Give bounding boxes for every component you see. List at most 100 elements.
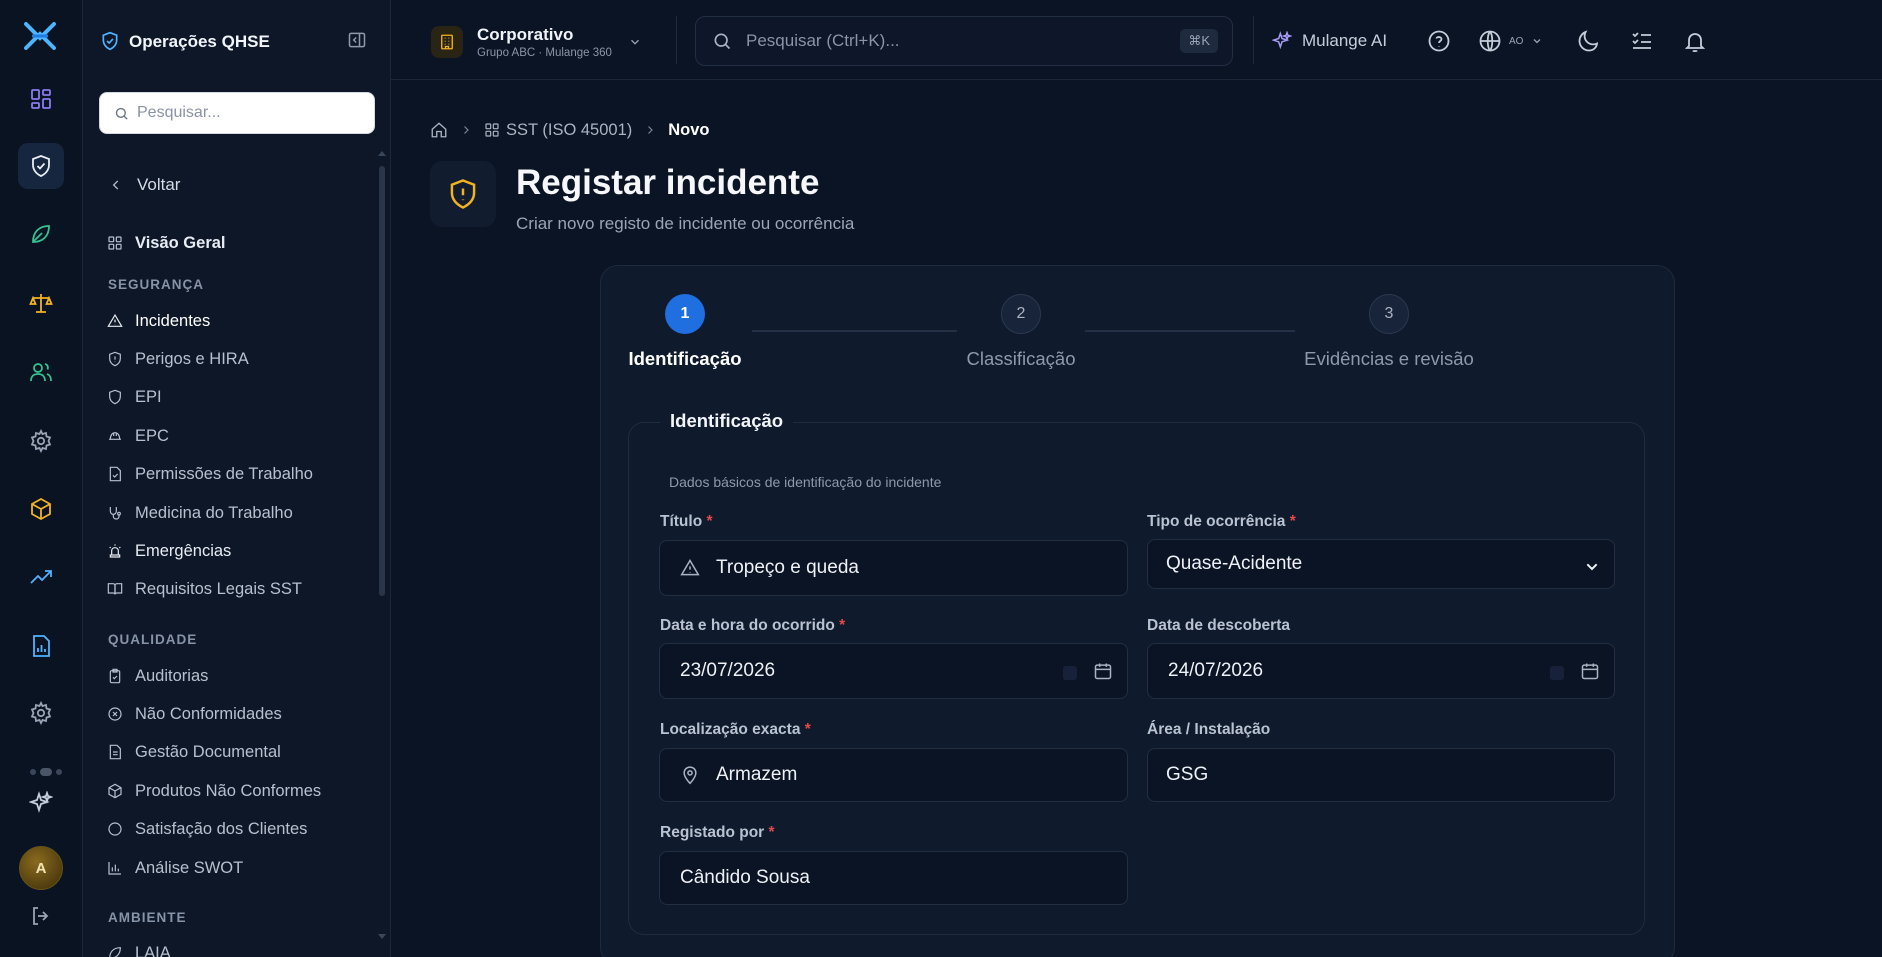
registado-label-text: Registado por (660, 824, 765, 841)
data-ocorrido-label-text: Data e hora do ocorrido (660, 617, 835, 634)
scroll-up-icon[interactable] (378, 150, 386, 156)
breadcrumb-sst-link[interactable]: SST (ISO 45001) (484, 121, 632, 140)
data-ocorrido-input[interactable]: 23/07/2026 (659, 643, 1128, 699)
chevron-right-icon (648, 126, 654, 134)
shield-icon (109, 351, 121, 367)
rail-dot (30, 769, 36, 775)
required-mark: * (768, 824, 775, 841)
step-evidencias[interactable]: 3 Evidências e revisão (1299, 294, 1479, 370)
page-title: Registar incidente (516, 163, 820, 202)
language-code: AO (1509, 35, 1524, 47)
chevron-down-icon (630, 39, 639, 45)
rail-people-button[interactable] (18, 349, 64, 395)
search-icon (115, 107, 128, 120)
rail-admin-settings-button[interactable] (18, 690, 64, 736)
file-text-icon (109, 744, 121, 760)
grid-icon (31, 89, 51, 109)
sidebar-search-input[interactable] (137, 104, 357, 122)
area-input[interactable]: GSG (1147, 748, 1615, 802)
rail-ai-button[interactable] (18, 780, 64, 826)
scroll-down-icon[interactable] (378, 934, 386, 940)
user-avatar[interactable]: A (19, 846, 63, 890)
page-subtitle: Criar novo registo de incidente ou ocorr… (516, 214, 855, 233)
chevron-left-icon (112, 180, 119, 190)
sidebar-section-seguranca: SEGURANÇA (108, 277, 205, 292)
sidebar-item-laia[interactable]: LAIA (107, 938, 171, 957)
localizacao-input[interactable]: Armazem (659, 748, 1128, 802)
sidebar-item-visao-geral[interactable]: Visão Geral (107, 228, 226, 258)
org-subtitle: Grupo ABC · Mulange 360 (477, 47, 612, 59)
data-ocorrido-label: Data e hora do ocorrido * (660, 617, 845, 635)
sidebar-item-auditorias[interactable]: Auditorias (107, 661, 208, 691)
sidebar-item-requisitos[interactable]: Requisitos Legais SST (107, 574, 302, 604)
titulo-input[interactable]: Tropeço e queda (659, 540, 1128, 596)
sidebar-search[interactable] (99, 92, 375, 134)
sidebar-item-label: Perigos e HIRA (135, 349, 249, 368)
help-circle-icon (1428, 30, 1450, 52)
date-clear-control[interactable] (1063, 666, 1077, 680)
step-label: Classificação (966, 348, 1076, 369)
tipo-label-text: Tipo de ocorrência (1147, 513, 1286, 530)
sidebar-header: Operações QHSE (83, 0, 391, 82)
sidebar-scrollbar[interactable] (378, 150, 386, 940)
data-descoberta-input[interactable]: 24/07/2026 (1147, 643, 1615, 699)
calendar-icon[interactable] (1580, 661, 1600, 681)
fieldset-description: Dados básicos de identificação do incide… (669, 474, 942, 490)
sidebar-item-permissoes[interactable]: Permissões de Trabalho (107, 459, 313, 489)
rail-scroll-indicator[interactable] (30, 768, 62, 776)
sidebar-item-epc[interactable]: EPC (107, 421, 169, 451)
logout-button[interactable] (18, 893, 64, 939)
org-name: Corporativo (477, 25, 574, 44)
tasks-button[interactable] (1629, 28, 1655, 54)
rail-reports-button[interactable] (18, 623, 64, 669)
sidebar-collapse-icon[interactable] (347, 30, 367, 50)
rail-compliance-button[interactable] (18, 280, 64, 326)
home-icon[interactable] (430, 121, 448, 139)
step-identificacao[interactable]: 1 Identificação (620, 294, 750, 370)
date-clear-control[interactable] (1550, 666, 1564, 680)
global-search[interactable]: Pesquisar (Ctrl+K)... ⌘K (695, 16, 1233, 66)
sidebar-item-gestao-documental[interactable]: Gestão Documental (107, 737, 281, 767)
shield-check-icon (102, 31, 118, 51)
sidebar-item-emergencias[interactable]: Emergências (107, 536, 231, 566)
sidebar-item-swot[interactable]: Análise SWOT (107, 853, 243, 883)
sidebar-item-satisfacao[interactable]: Satisfação dos Clientes (107, 814, 307, 844)
shield-icon (109, 389, 121, 405)
sidebar-item-incidentes[interactable]: Incidentes (107, 306, 210, 336)
fieldset-legend: Identificação (660, 410, 794, 432)
theme-toggle-button[interactable] (1576, 28, 1602, 54)
sidebar-item-label: Não Conformidades (135, 704, 282, 723)
sidebar-item-medicina[interactable]: Medicina do Trabalho (107, 498, 293, 528)
help-button[interactable] (1426, 28, 1452, 54)
tipo-select[interactable]: Quase-Acidente (1147, 539, 1615, 589)
calendar-icon[interactable] (1093, 661, 1113, 681)
mulange-ai-button[interactable]: Mulange AI (1272, 26, 1387, 56)
sidebar-title: Operações QHSE (129, 32, 270, 51)
chevron-right-icon (464, 126, 469, 134)
bar-chart-icon (108, 862, 121, 875)
notifications-button[interactable] (1682, 28, 1708, 54)
rail-dashboard-button[interactable] (18, 76, 64, 122)
app-logo-icon[interactable] (22, 20, 58, 52)
data-descoberta-label-text: Data de descoberta (1147, 617, 1290, 634)
titulo-label-text: Título (660, 513, 703, 530)
language-selector[interactable]: AO (1478, 28, 1543, 54)
org-switcher[interactable]: Corporativo Grupo ABC · Mulange 360 (431, 24, 642, 60)
rail-qhse-button[interactable] (18, 143, 64, 189)
step-number: 3 (1369, 294, 1409, 334)
rail-analytics-button[interactable] (18, 555, 64, 601)
registado-input[interactable]: Cândido Sousa (659, 851, 1128, 905)
rail-environment-button[interactable] (18, 211, 64, 257)
sidebar-item-produtos-nao-conformes[interactable]: Produtos Não Conformes (107, 776, 321, 806)
sidebar-item-perigos[interactable]: Perigos e HIRA (107, 344, 249, 374)
sidebar-back-button[interactable]: Voltar (109, 170, 180, 200)
package-icon (108, 783, 122, 799)
rail-products-button[interactable] (18, 486, 64, 532)
step-classificacao[interactable]: 2 Classificação (951, 294, 1091, 370)
sidebar-item-label: Emergências (135, 541, 232, 560)
area-label-text: Área / Instalação (1147, 721, 1271, 738)
sidebar-item-epi[interactable]: EPI (107, 382, 162, 412)
sidebar-scroll-thumb[interactable] (379, 166, 385, 596)
rail-settings-button[interactable] (18, 418, 64, 464)
sidebar-item-nao-conformidades[interactable]: Não Conformidades (107, 699, 282, 729)
